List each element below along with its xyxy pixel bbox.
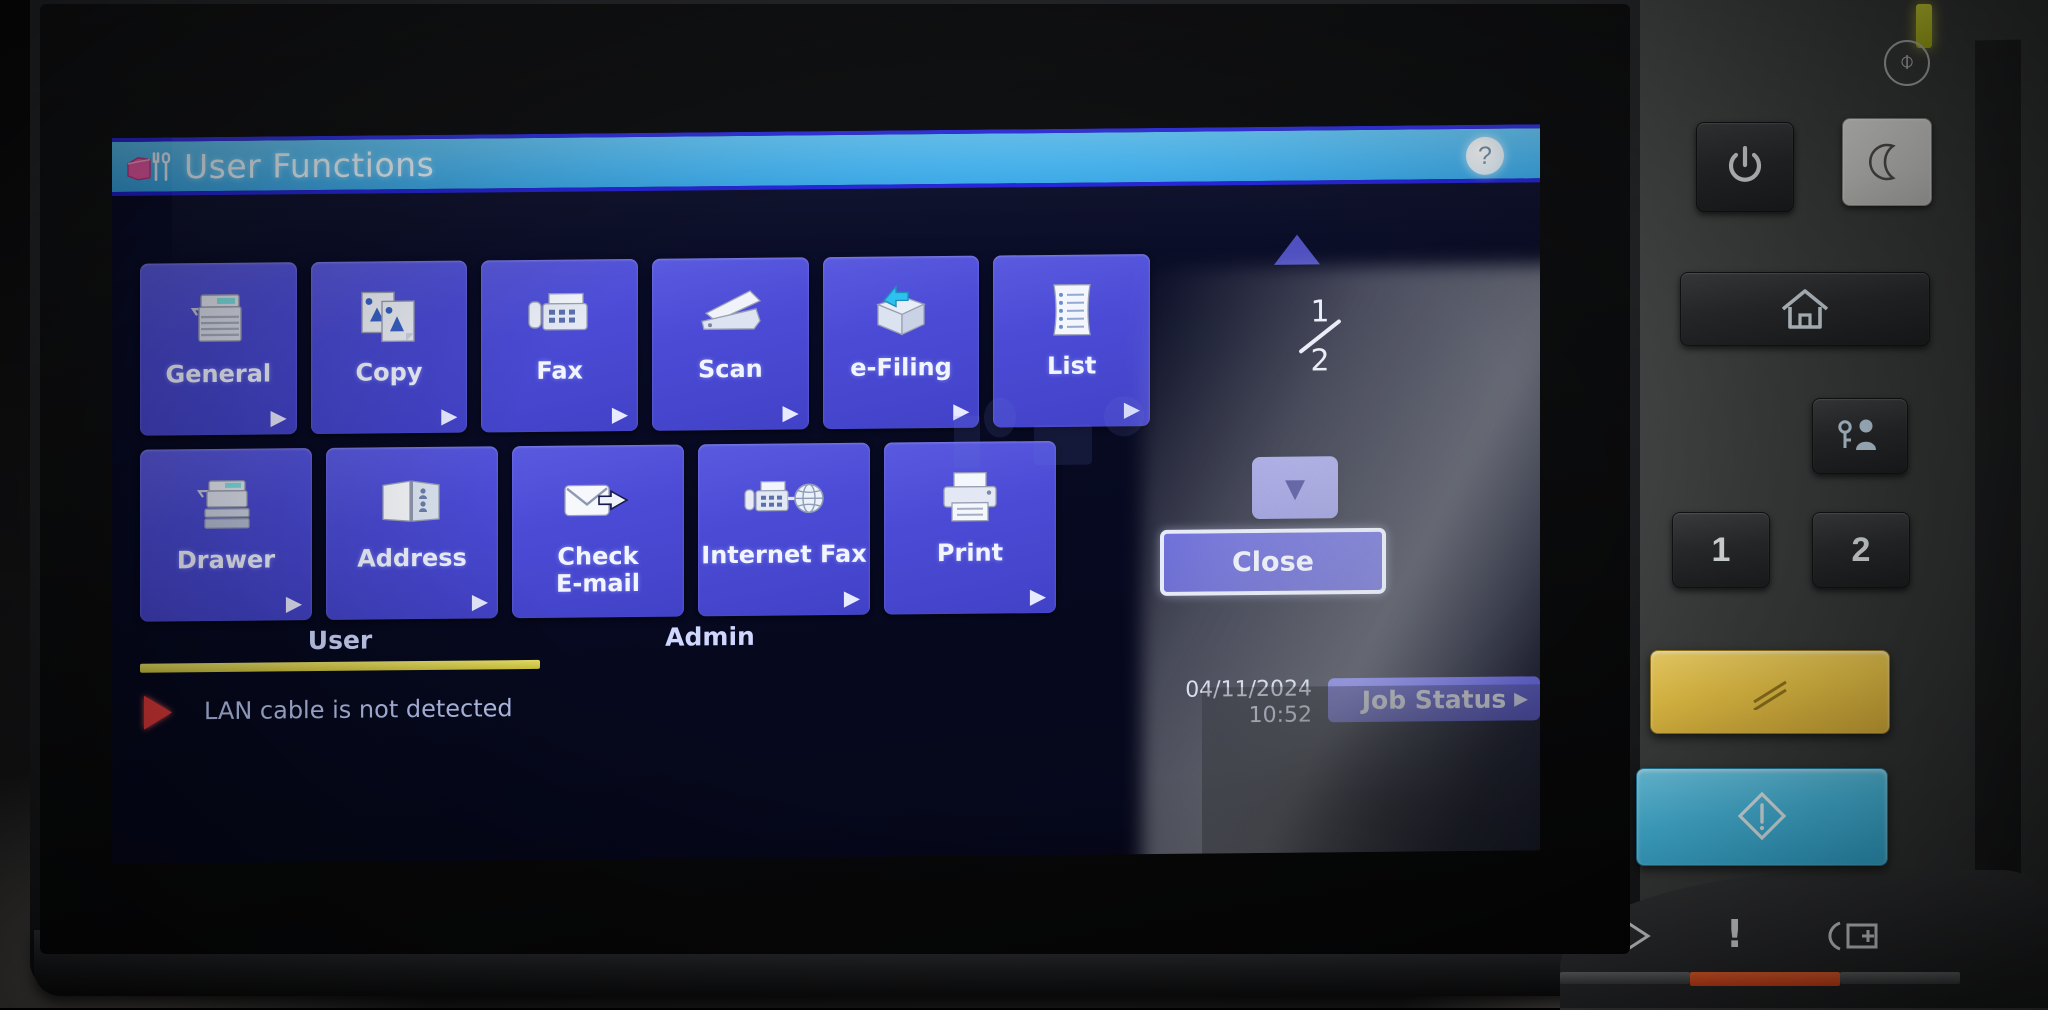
template-button-1[interactable]: 1 [1672,512,1770,588]
submenu-arrow-icon: ▶ [271,407,287,428]
key-user-icon [1837,418,1883,454]
function-button-label: Scan [698,356,763,384]
documents-icon [347,283,431,350]
chevron-down-icon: ▾ [1285,468,1305,508]
function-button-fax[interactable]: Fax ▶ [481,259,638,433]
power-button[interactable] [1696,122,1794,212]
fax-globe-icon [742,465,826,532]
job-status-label: Job Status [1362,684,1507,714]
page-current: 1 [1310,294,1329,329]
job-status-arrow-icon: ▶ [1514,688,1528,709]
memory-card-icon [1828,918,1884,962]
screen-ghost-watermark [942,380,1172,512]
panel-side-strip [1975,39,2021,940]
diamond-exclamation-icon [1729,786,1795,848]
scroll-down-button[interactable]: ▾ [1252,456,1338,519]
function-button-label: Internet Fax [701,541,866,570]
function-button-copy[interactable]: Copy ▶ [311,261,468,435]
function-button-drawer[interactable]: Drawer ▶ [140,448,312,622]
status-bar: LAN cable is not detected 04/11/2024 10:… [112,672,1540,744]
sleep-button[interactable] [1842,118,1932,206]
front-trim-left [1560,972,1690,984]
paper-drawer-icon [184,471,268,538]
alert-exclamation-icon: ! [1726,912,1743,956]
scroll-up-arrow-icon[interactable] [1274,234,1320,264]
template-button-2[interactable]: 2 [1812,512,1910,588]
close-button[interactable]: Close [1160,528,1386,596]
function-button-check-email[interactable]: Check E-mail [512,445,684,619]
clear-button[interactable] [1650,650,1890,734]
tab-admin[interactable]: Admin [540,621,880,653]
submenu-arrow-icon: ▶ [783,402,799,423]
page-title: User Functions [184,144,434,185]
fax-machine-icon [518,281,602,348]
function-button-label: Print [937,539,1003,567]
open-box-arrow-icon [859,278,943,345]
page-total: 2 [1310,343,1329,378]
function-button-label: List [1047,353,1096,380]
date-time-display: 04/11/2024 10:52 [1122,676,1312,730]
submenu-arrow-icon: ▶ [612,404,628,425]
status-time: 10:52 [1122,702,1312,730]
function-button-address[interactable]: Address ▶ [326,446,498,620]
function-button-label: Drawer [177,546,275,574]
photo-of-mfp-control-panel: ⌽ 1 2 [0,0,2048,1008]
front-trim-red [1690,972,1840,986]
tab-user[interactable]: User [140,624,540,657]
function-button-label: Address [357,545,467,573]
title-bar: User Functions ? [112,124,1540,196]
status-message: LAN cable is not detected [204,694,513,725]
status-led [1916,4,1932,48]
function-button-label: Copy [356,359,423,387]
function-button-scan[interactable]: Scan ▶ [652,257,809,431]
help-button[interactable]: ? [1466,137,1504,175]
double-slash-icon [1740,674,1800,710]
power-icon [1725,146,1765,188]
moon-icon [1869,142,1905,182]
function-button-label: e-Filing [850,354,952,382]
access-button[interactable] [1812,398,1908,474]
function-button-label: Fax [536,357,583,384]
status-date: 04/11/2024 [1122,676,1312,704]
tab-user-active-indicator [140,660,540,673]
function-button-label: Check E-mail [556,543,640,598]
toolbox-tools-icon [126,149,172,183]
copier-icon [176,285,260,352]
home-icon [1779,287,1831,331]
front-trim-right [1840,972,1960,984]
red-triangle-icon [144,695,172,729]
template-button-1-label: 1 [1712,531,1731,570]
tab-bar: User Admin [140,621,880,682]
home-button[interactable] [1680,272,1930,346]
submenu-arrow-icon: ▶ [844,588,860,609]
function-button-general[interactable]: General ▶ [140,262,297,436]
function-button-internet-fax[interactable]: Internet Fax ▶ [698,443,870,617]
submenu-arrow-icon: ▶ [1030,586,1046,607]
scanner-icon [688,280,772,347]
list-paper-icon [1030,276,1114,343]
touchscreen[interactable]: User Functions ? [112,124,1540,864]
submenu-arrow-icon: ▶ [286,593,302,614]
address-book-icon [370,469,454,536]
job-status-button[interactable]: Job Status ▶ [1328,676,1540,722]
submenu-arrow-icon: ▶ [441,406,457,427]
start-button[interactable] [1636,768,1888,866]
power-lamp-icon: ⌽ [1884,40,1930,86]
function-button-label: General [166,360,272,388]
template-button-2-label: 2 [1852,531,1871,570]
page-indicator: 1 2 [1280,294,1360,379]
submenu-arrow-icon: ▶ [472,591,488,612]
envelope-icon [556,467,640,534]
